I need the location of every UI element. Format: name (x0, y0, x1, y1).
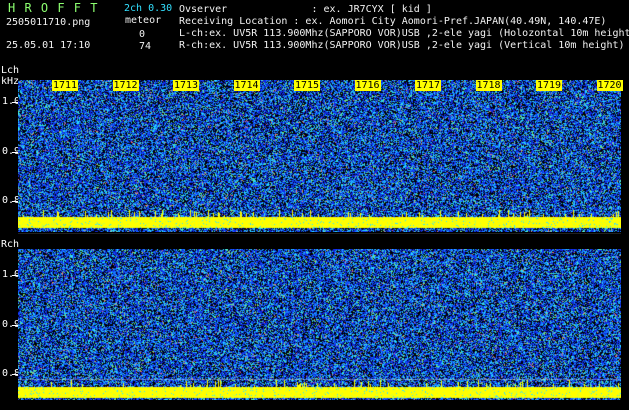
time-label-1717: 1717 (415, 80, 442, 91)
rch-label: Rch (1, 239, 20, 250)
meteor-label: meteor (125, 15, 162, 26)
lch-unit: kHz (1, 76, 20, 87)
app-name: H R O F F T (8, 1, 99, 15)
time-label-1720: 1720 (596, 80, 623, 91)
rch-info-line: R-ch:ex. UV5R 113.900Mhz(SAPPORO VOR)USB… (179, 40, 625, 51)
time-label-1716: 1716 (354, 80, 381, 91)
time-label-1719: 1719 (536, 80, 563, 91)
time-label-1713: 1713 (173, 80, 200, 91)
rch-spectrogram (18, 249, 621, 400)
location-line: Receiving Location : ex. Aomori City Aom… (179, 16, 607, 27)
observer-line: Ovserver : ex. JR7CYX [ kid ] (179, 4, 432, 15)
time-label-1712: 1712 (112, 80, 139, 91)
lch-spectrogram (18, 80, 621, 232)
lch-label: Lch (1, 65, 20, 76)
lch-info-line: L-ch:ex. UV5R 113.900Mhz(SAPPORO VOR)USB… (179, 28, 629, 39)
time-label-1711: 1711 (52, 80, 79, 91)
time-label-1714: 1714 (233, 80, 260, 91)
version-label: 2ch 0.30 (124, 3, 173, 14)
time-label-1718: 1718 (475, 80, 502, 91)
lch-meteor-count: 0 (139, 29, 146, 40)
rch-meteor-count: 74 (139, 41, 152, 52)
datetime: 25.05.01 17:10 (6, 40, 91, 51)
filename: 2505011710.png (6, 17, 91, 28)
time-label-1715: 1715 (294, 80, 321, 91)
